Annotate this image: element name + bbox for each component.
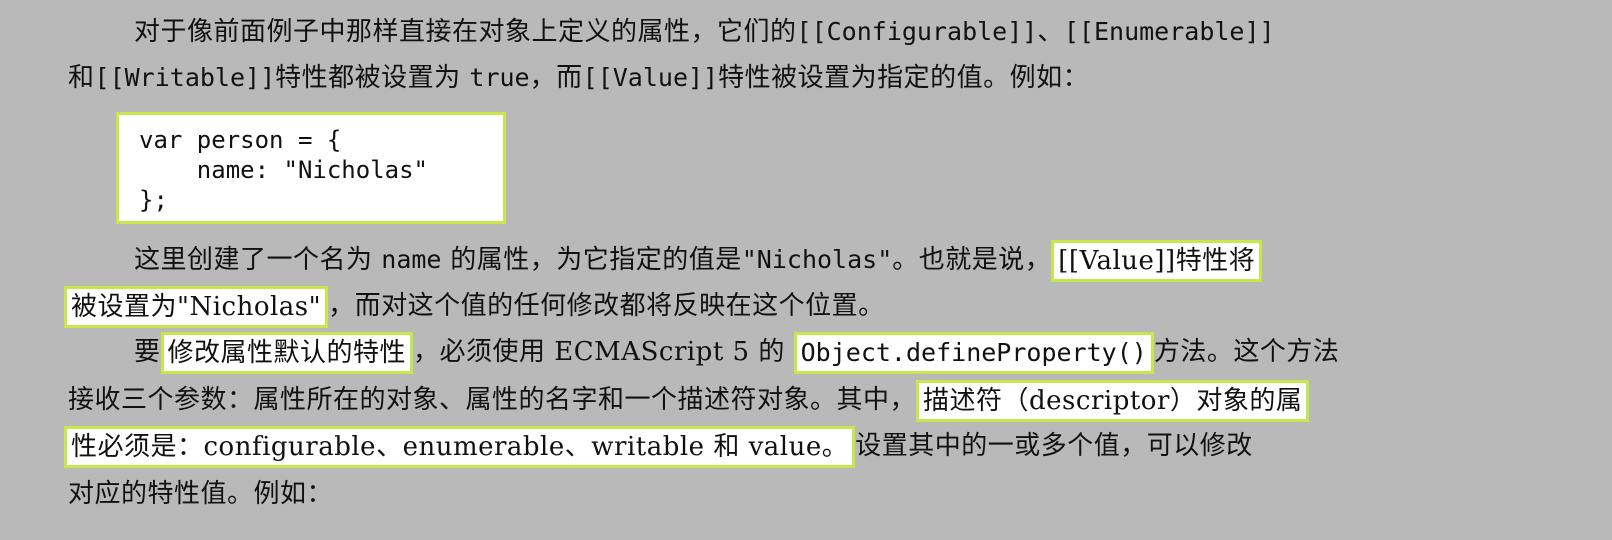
highlight-box: 性必须是：configurable、enumerable、writable 和 …: [64, 426, 856, 468]
code-line: var person = {: [139, 126, 342, 154]
text: ，必须使用 ECMAScript 5 的: [413, 337, 794, 367]
paragraph-line: 这里创建了一个名为 name 的属性，为它指定的值是"Nicholas"。也就是…: [134, 238, 1263, 282]
text: 、: [1037, 17, 1064, 47]
text: 。也就是说，: [892, 245, 1052, 275]
code-line: name: "Nicholas": [139, 156, 428, 184]
code-term: "Nicholas": [741, 245, 893, 274]
text: 这里创建了一个名为: [134, 245, 382, 275]
paragraph-line: 对于像前面例子中那样直接在对象上定义的属性，它们的[[Configurable]…: [134, 10, 1275, 54]
text: 特性都被设置为: [275, 63, 470, 93]
code-term: [[Configurable]]: [796, 17, 1038, 46]
highlight-box: [[Value]]特性将: [1051, 240, 1263, 282]
code-term: name: [381, 245, 442, 274]
text: 特性被设置为指定的值。例如：: [718, 63, 1090, 93]
highlight-box: 修改属性默认的特性: [160, 332, 414, 374]
text: 方法。这个方法: [1153, 337, 1340, 367]
document-page: 对于像前面例子中那样直接在对象上定义的属性，它们的[[Configurable]…: [0, 0, 1612, 540]
text: 和: [68, 63, 95, 93]
text: 要: [134, 337, 161, 367]
code-block-highlight: var person = { name: "Nicholas"};: [116, 112, 506, 224]
code-term: true: [469, 63, 530, 92]
code-term: [[Writable]]: [94, 63, 276, 92]
paragraph-line: 要修改属性默认的特性 ，必须使用 ECMAScript 5 的 Object.de…: [134, 330, 1339, 374]
code-line: };: [139, 186, 168, 214]
highlight-box: Object.defineProperty(): [793, 332, 1154, 374]
paragraph-line: 接收三个参数：属性所在的对象、属性的名字和一个描述符对象。其中， 描述符（desc…: [68, 378, 1310, 422]
paragraph-line: 被设置为"Nicholas" ，而对这个值的任何修改都将反映在这个位置。: [64, 284, 885, 328]
text: ，而: [529, 63, 583, 93]
code-term: [[Enumerable]]: [1063, 17, 1275, 46]
paragraph-line: 对应的特性值。例如：: [68, 472, 333, 516]
text: 接收三个参数：属性所在的对象、属性的名字和一个描述符对象。其中，: [68, 385, 917, 415]
text: 对于像前面例子中那样直接在对象上定义的属性，它们的: [134, 17, 797, 47]
text: 设置其中的一或多个值，可以修改: [855, 431, 1253, 461]
text: ，而对这个值的任何修改都将反映在这个位置。: [328, 291, 885, 321]
paragraph-line: 性必须是：configurable、enumerable、writable 和 …: [64, 424, 1253, 468]
highlight-box: 被设置为"Nicholas": [64, 286, 329, 328]
text: 的属性，为它指定的值是: [441, 245, 742, 275]
highlight-box: 描述符（descriptor）对象的属: [916, 380, 1310, 422]
text: 对应的特性值。例如：: [68, 479, 334, 509]
code-term: [[Value]]: [582, 63, 719, 92]
paragraph-line: 和[[Writable]]特性都被设置为 true，而[[Value]]特性被设…: [68, 56, 1089, 100]
